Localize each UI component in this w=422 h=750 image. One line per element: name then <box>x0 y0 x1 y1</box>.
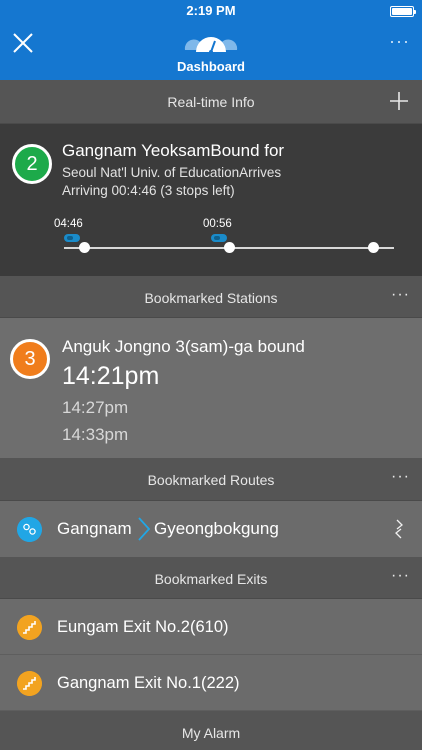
status-bar: 2:19 PM <box>0 0 422 22</box>
realtime-title: Gangnam YeoksamBound for <box>62 141 285 160</box>
timeline-stop <box>224 242 235 253</box>
station-timeline <box>64 242 394 253</box>
battery-icon <box>390 6 416 17</box>
bookmarked-routes-header: Bookmarked Routes ··· <box>0 458 422 501</box>
my-alarm-header: My Alarm <box>0 711 422 750</box>
timeline-label: 04:46 <box>54 218 83 230</box>
next-departure: 14:21pm <box>62 362 160 390</box>
station-title: Anguk Jongno 3(sam)-ga bound <box>62 337 305 356</box>
more-icon[interactable]: ··· <box>391 287 410 303</box>
exit-stairs-icon <box>17 671 42 696</box>
more-icon[interactable]: ··· <box>391 469 410 485</box>
bookmarked-stations-title: Bookmarked Stations <box>144 290 278 306</box>
exit-label: Eungam Exit No.2(610) <box>57 618 229 636</box>
plus-icon[interactable] <box>390 92 408 110</box>
route-pin-icon <box>17 517 42 542</box>
swap-icon[interactable] <box>394 518 404 540</box>
bookmarked-routes-title: Bookmarked Routes <box>147 472 275 488</box>
route-origin: Gangnam <box>57 519 132 538</box>
route-destination: Gyeongbokgung <box>154 519 279 538</box>
more-icon[interactable]: ··· <box>389 32 410 50</box>
nav-bar: Dashboard ··· <box>0 22 422 80</box>
dashboard-logo-icon <box>184 37 238 54</box>
train-icon <box>64 234 80 242</box>
more-icon[interactable]: ··· <box>391 568 410 584</box>
page-title: Dashboard <box>177 59 245 74</box>
line-badge: 2 <box>12 144 52 184</box>
departure-time: 14:27pm <box>62 398 129 417</box>
close-icon[interactable] <box>10 30 36 56</box>
bookmarked-exits-header: Bookmarked Exits ··· <box>0 557 422 599</box>
realtime-arrival: Arriving 00:4:46 (3 stops left) <box>62 183 235 198</box>
line-badge: 3 <box>10 339 50 379</box>
status-time: 2:19 PM <box>186 3 236 18</box>
realtime-header: Real-time Info <box>0 80 422 124</box>
route-row[interactable]: Gangnam Gyeongbokgung <box>0 501 422 557</box>
exit-label: Gangnam Exit No.1(222) <box>57 674 240 692</box>
bookmarked-station-card[interactable]: 3 Anguk Jongno 3(sam)-ga bound 14:21pm 1… <box>0 318 422 458</box>
timeline-label: 00:56 <box>203 218 232 230</box>
chevron-right-icon <box>138 517 151 541</box>
departure-time: 14:33pm <box>62 425 129 444</box>
timeline-stop <box>368 242 379 253</box>
realtime-card[interactable]: 2 Gangnam YeoksamBound for Seoul Nat'l U… <box>0 124 422 276</box>
timeline-stop <box>79 242 90 253</box>
my-alarm-title: My Alarm <box>181 725 241 741</box>
exit-stairs-icon <box>17 615 42 640</box>
realtime-header-title: Real-time Info <box>167 94 255 110</box>
realtime-destination: Seoul Nat'l Univ. of EducationArrives <box>62 165 282 180</box>
bookmarked-stations-header: Bookmarked Stations ··· <box>0 276 422 318</box>
train-icon <box>211 234 227 242</box>
bookmarked-exits-title: Bookmarked Exits <box>154 571 268 587</box>
exit-row[interactable]: Eungam Exit No.2(610) <box>0 599 422 655</box>
exit-row[interactable]: Gangnam Exit No.1(222) <box>0 655 422 711</box>
